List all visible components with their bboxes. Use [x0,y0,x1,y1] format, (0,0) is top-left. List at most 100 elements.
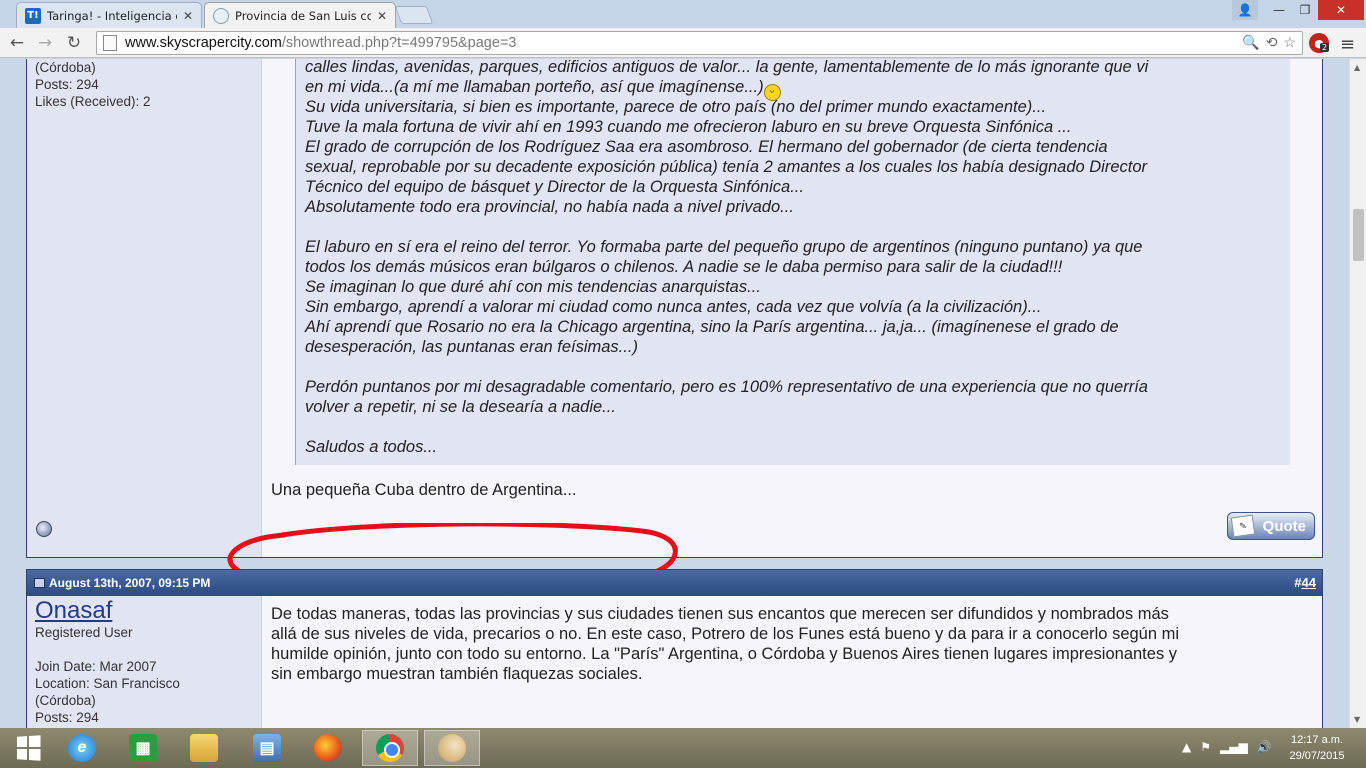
body-line: sin embargo muestran también flaquezas s… [271,665,643,683]
quote-block: calles lindas, avenidas, parques, edific… [295,59,1290,465]
volume-icon[interactable]: 🔊 [1257,740,1272,754]
quote-line: Técnico del equipo de básquet y Director… [305,178,804,196]
taskbar-internet-explorer[interactable]: e [54,730,110,766]
skyscrapercity-icon [213,7,229,24]
tab-skyscrapercity[interactable]: Provincia de San Luis com ✕ [204,2,396,28]
control-panel-icon: ▤ [253,734,281,762]
vertical-scrollbar[interactable]: ▲ ▼ [1349,59,1366,728]
quote-line: Perdón puntanos por mi desagradable come… [305,378,1148,396]
bookmark-star-icon[interactable]: ☆ [1283,34,1296,51]
taringa-icon: T! [25,7,41,24]
clock-time: 12:17 a.m. [1291,734,1343,746]
user-spacer [35,641,261,658]
start-button[interactable] [0,730,56,766]
maximize-button[interactable]: ❐ [1292,0,1318,20]
taskbar-file-explorer[interactable] [176,730,232,766]
quote-line: El grado de corrupción de los Rodríguez … [305,138,1108,156]
post-body: De todas maneras, todas las provincias y… [271,604,1179,684]
paint-icon [438,734,466,762]
address-bar[interactable]: www.skyscrapercity.com/showthread.php?t=… [96,31,1303,55]
quote-line: Ahí aprendí que Rosario no era la Chicag… [305,318,1119,336]
quote-line [305,417,1290,437]
user-icon[interactable]: 👤 [1232,0,1258,20]
quote-line: Saludos a todos... [305,438,438,456]
quote-line: calles lindas, avenidas, parques, edific… [305,59,1149,76]
browser-toolbar: ← → ↻ www.skyscrapercity.com/showthread.… [0,28,1366,58]
quote-line: Sin embargo, aprendí a valorar mi ciudad… [305,298,1042,316]
network-signal-icon[interactable]: ▂▄▆ [1220,740,1248,754]
close-tab-icon[interactable]: ✕ [183,9,193,23]
forward-icon[interactable]: → [34,32,56,54]
internet-explorer-icon: e [68,734,96,762]
body-line: allá de sus niveles de vida, precarios o… [271,625,1180,643]
scroll-thumb[interactable] [1353,209,1364,261]
action-center-flag-icon[interactable]: ⚑ [1200,740,1211,754]
quote-button[interactable]: ✎ Quote [1227,512,1315,540]
user-title: Registered User [35,625,133,640]
taskbar-chrome[interactable] [362,730,418,766]
scroll-down-icon[interactable]: ▼ [1354,715,1360,724]
close-tab-icon[interactable]: ✕ [377,9,387,23]
system-clock[interactable]: 12:17 a.m. 29/07/2015 [1280,732,1354,764]
taskbar: e ▦ ▤ ▲ ⚑ ▂▄▆ 🔊 12:17 a.m. 29/07/2015 [0,728,1366,768]
user-likes: Likes (Received): 2 [35,94,151,109]
quote-line: desesperación, las puntanas eran feísima… [305,338,638,356]
body-line: humilde opinión, junto con todo su entor… [271,645,1178,663]
show-hidden-icons-icon[interactable]: ▲ [1182,740,1191,754]
menu-icon[interactable]: ≡ [1340,34,1355,55]
quote-line: Tuve la mala fortuna de vivir ahí en 199… [305,118,1072,136]
firefox-icon [314,734,342,762]
quote-line: Absolutamente todo era provincial, no ha… [305,198,794,216]
store-icon: ▦ [129,734,157,762]
url-path: /showthread.php?t=499795&page=3 [281,35,517,51]
user-join-date: Join Date: Mar 2007 [35,659,157,674]
taskbar-paint[interactable] [424,730,480,766]
back-icon[interactable]: ← [6,32,28,54]
quote-line: sexual, reprobable por su decadente expo… [305,158,1148,176]
taskbar-firefox[interactable] [300,730,356,766]
body-line: De todas maneras, todas las provincias y… [271,605,1169,623]
close-window-button[interactable]: ✕ [1318,0,1364,20]
tab-taringa[interactable]: T! Taringa! - Inteligencia col ✕ [16,2,202,28]
post-number-link[interactable]: 44 [1302,575,1316,590]
post-icon [34,578,45,588]
post-number: #44 [1294,575,1316,590]
file-explorer-icon [190,734,218,762]
reload-icon[interactable]: ↻ [63,32,85,54]
taskbar-control-panel[interactable]: ▤ [239,730,295,766]
quote-line: todos los demás músicos eran búlgaros o … [305,258,1063,276]
forum-post: August 13th, 2007, 09:15 PM #44 Onasaf R… [26,569,1323,728]
extension-badge: 2 [1320,43,1330,52]
minimize-button[interactable]: — [1266,0,1292,20]
taskbar-store[interactable]: ▦ [115,730,171,766]
user-posts: Posts: 294 [35,77,99,92]
tab-title: Taringa! - Inteligencia col [47,8,177,23]
user-info-panel: Onasaf Registered User Join Date: Mar 20… [27,596,262,728]
quote-line [305,357,1290,377]
system-tray: ▲ ⚑ ▂▄▆ 🔊 [1182,740,1272,754]
user-info-panel: (Córdoba) Posts: 294 Likes (Received): 2 [27,59,262,557]
post-header: August 13th, 2007, 09:15 PM #44 [27,570,1322,596]
reply-text: Una pequeña Cuba dentro de Argentina... [271,481,577,499]
tab-title: Provincia de San Luis com [235,8,371,23]
username-link[interactable]: Onasaf [35,596,261,624]
scroll-up-icon[interactable]: ▲ [1354,63,1360,72]
user-posts: Posts: 294 [35,710,99,725]
zoom-icon[interactable]: 🔍 [1242,34,1259,51]
quote-line: en mi vida...(a mí me llamaban porteño, … [305,77,1290,101]
new-tab-button[interactable] [394,6,434,24]
post-date: August 13th, 2007, 09:15 PM [49,576,211,590]
quote-line: volver a repetir, ni se la desearía a na… [305,398,616,416]
translate-icon[interactable]: ⟲ [1266,34,1278,51]
url-host: www.skyscrapercity.com [125,35,282,51]
forum-post: (Córdoba) Posts: 294 Likes (Received): 2… [26,59,1323,558]
quote-line: El laburo en sí era el reino del terror.… [305,238,1143,256]
quote-line: Se imaginan lo que duré ahí con mis tend… [305,278,761,296]
user-location-cont: (Córdoba) [35,693,96,708]
tab-strip: T! Taringa! - Inteligencia col ✕ Provinc… [0,0,1366,28]
quote-line [305,217,1290,237]
clock-date: 29/07/2015 [1289,750,1345,762]
user-location: Location: San Francisco [35,676,180,691]
quote-line: Su vida universitaria, si bien es import… [305,98,1047,116]
start-icon [16,735,41,761]
